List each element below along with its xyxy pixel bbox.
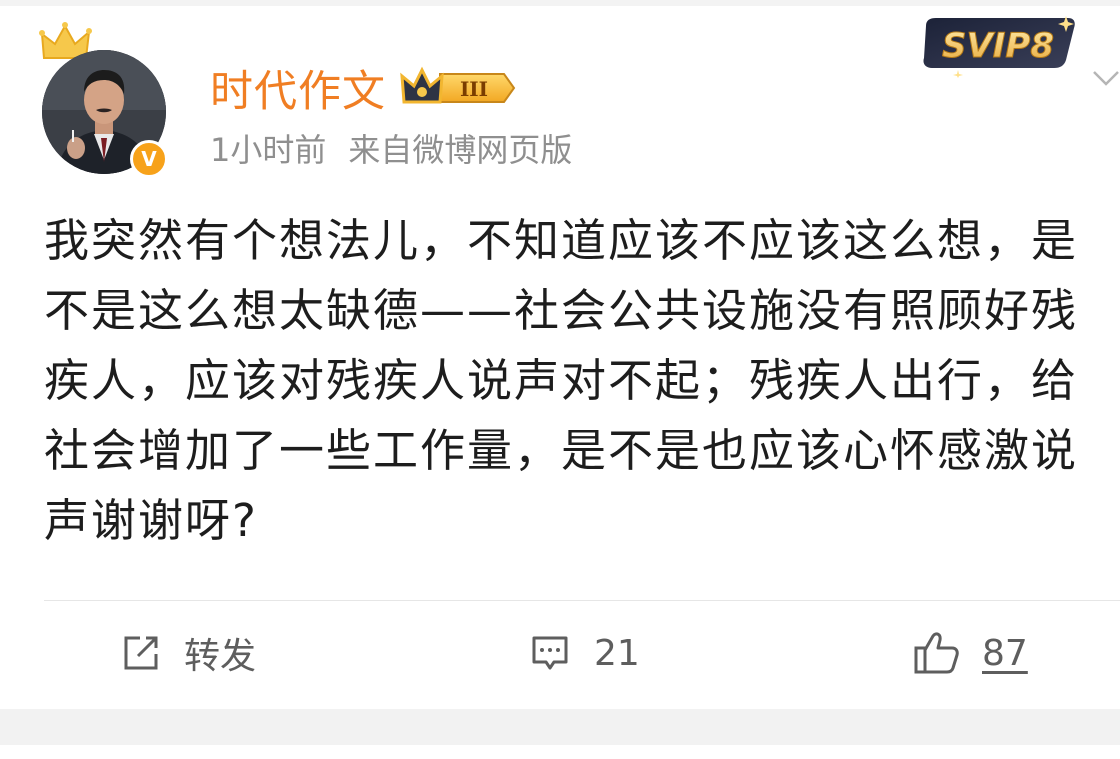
svip-badge[interactable]: SVIP8 — [918, 12, 1080, 78]
verified-badge-label: V — [141, 147, 157, 171]
repost-label: 转发 — [184, 636, 257, 677]
thumbs-up-icon — [914, 632, 959, 674]
post-meta: 1小时前 来自微博网页版 — [210, 125, 572, 171]
author-name-row: 时代作文 III — [210, 58, 518, 118]
comment-count: 21 — [594, 632, 640, 674]
post-source: 来自微博网页版 — [348, 131, 573, 169]
like-button[interactable]: 87 — [912, 624, 1028, 682]
verified-badge: V — [130, 140, 168, 178]
post-time: 1小时前 — [210, 131, 327, 169]
repost-button[interactable]: 转发 — [120, 624, 256, 682]
level-badge-label: III — [460, 77, 488, 101]
bottom-separator — [0, 709, 1120, 745]
comment-button[interactable]: 21 — [528, 624, 640, 682]
author-avatar-group[interactable]: V — [34, 20, 174, 180]
repost-icon — [124, 636, 158, 670]
author-name[interactable]: 时代作文 — [210, 57, 386, 119]
svip-badge-label: SVIP8 — [942, 26, 1054, 66]
chevron-down-icon[interactable] — [1092, 66, 1120, 92]
comment-icon — [532, 636, 568, 670]
like-count: 87 — [982, 632, 1028, 674]
level-badge[interactable]: III — [400, 66, 518, 110]
divider — [44, 600, 1120, 601]
post-text: 我突然有个想法儿，不知道应该不应该这么想，是不是这么想太缺德——社会公共设施没有… — [44, 214, 1079, 547]
top-strip — [0, 0, 1120, 6]
weibo-post-screen: V 时代作文 III 1小时前 来自微博网页版 SVIP8 我突然有个想法儿，不… — [0, 0, 1120, 759]
